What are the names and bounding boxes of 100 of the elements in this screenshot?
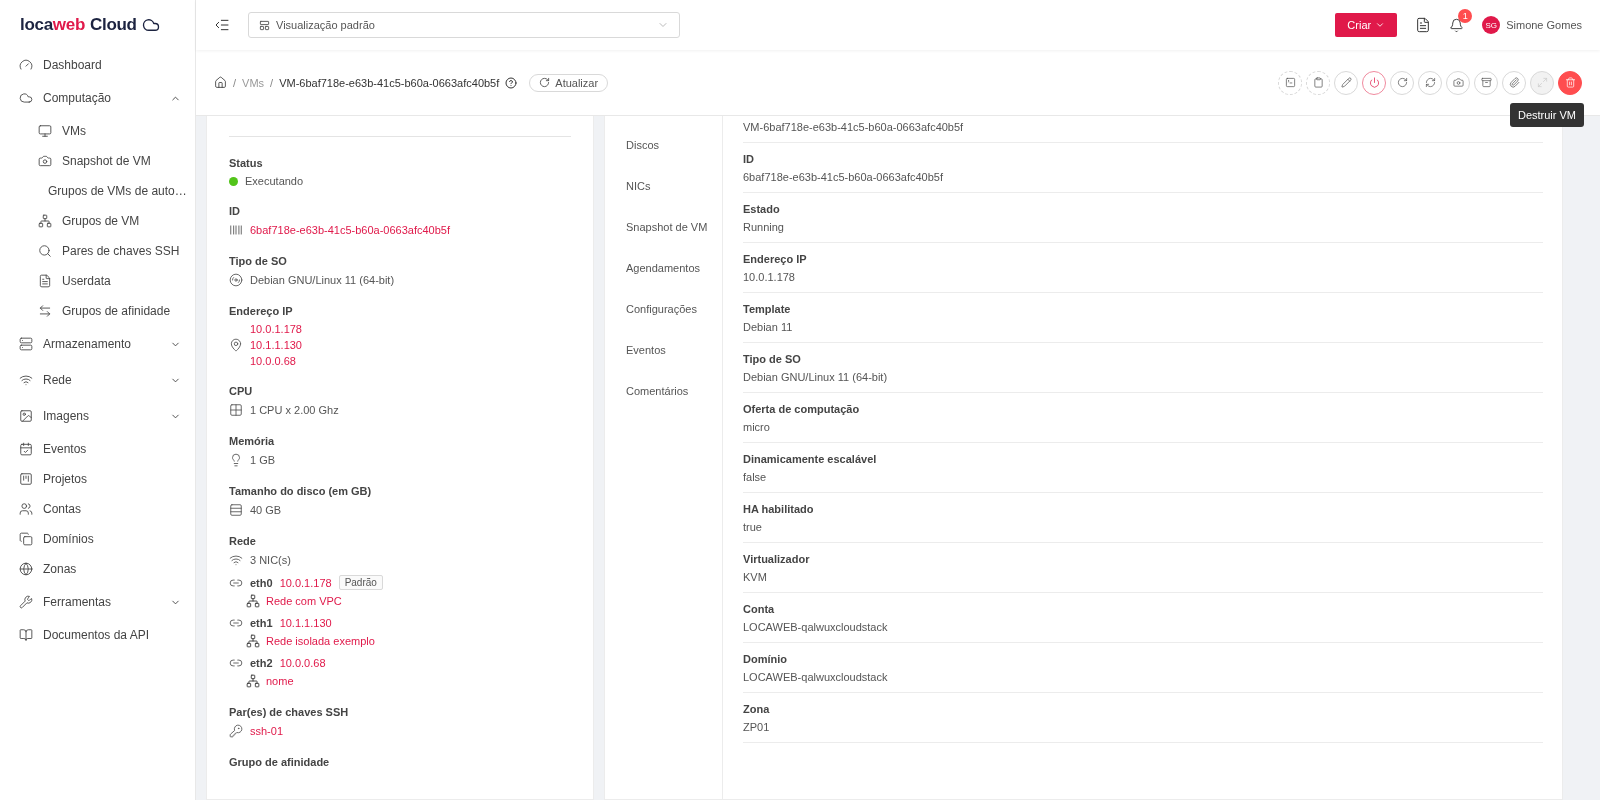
nav-item[interactable]: Computação [0,80,195,116]
calendar-icon [19,442,33,456]
gauge-icon [19,58,33,72]
network-icon [38,214,52,228]
tab[interactable]: Configurações [605,288,722,329]
tab[interactable]: Comentários [605,370,722,411]
clipboard-icon [1312,77,1324,88]
tab[interactable]: Snapshot de VM [605,206,722,247]
field-value: micro [743,421,771,433]
nav-subitem[interactable]: Userdata [0,266,195,296]
tab[interactable]: NICs [605,165,722,206]
nav-item[interactable]: Contas [0,494,195,524]
nav-subitem[interactable]: Grupos de VMs de auto… [0,176,195,206]
nav-item[interactable]: Armazenamento [0,326,195,362]
link-icon [229,656,243,670]
field-label: Tipo de SO [743,353,802,365]
paperclip-icon [1508,77,1520,88]
field-value: KVM [743,571,768,583]
nav-subitem[interactable]: Grupos de VM [0,206,195,236]
network-link[interactable]: nome [266,675,294,687]
field-value: Debian GNU/Linux 11 (64-bit) [743,371,889,383]
monitor-icon [38,124,52,138]
create-button[interactable]: Criar [1335,13,1398,37]
breadcrumb-current: VM-6baf718e-e63b-41c5-b60a-0663afc40b5f [279,76,500,89]
nav-item[interactable]: Ferramentas [0,584,195,620]
user-name[interactable]: Simone Gomes [1506,19,1582,31]
nic-name: eth0 [250,576,273,589]
field-label: Estado [743,203,781,215]
field-value: LOCAWEB-qalwuxcloudstack [743,621,889,633]
tab[interactable]: Eventos [605,329,722,370]
kanban-icon [19,472,33,486]
ssh-key-link[interactable]: ssh-01 [250,725,284,737]
nav-item[interactable]: Eventos [0,434,195,464]
wrench-icon [19,595,33,609]
nav-subitem[interactable]: Grupos de afinidade [0,296,195,326]
ip-link[interactable]: 10.1.1.130 [279,617,332,629]
detail-label: Rede [229,535,257,547]
nav-item[interactable]: Imagens [0,398,195,434]
field-label: Domínio [743,653,788,665]
tooltip: Destruir VM [1509,102,1584,127]
file-icon [38,274,52,288]
nav-item[interactable]: Rede [0,362,195,398]
ip-link[interactable]: 10.0.0.68 [250,355,302,367]
network-link[interactable]: Rede com VPC [266,595,342,607]
detail-label: Status [229,157,264,169]
nav-subitem[interactable]: VMs [0,116,195,146]
field-value: 10.0.1.178 [743,271,796,283]
user-avatar[interactable]: SG [1482,16,1501,34]
detail-label: CPU [229,385,254,397]
refresh-button[interactable]: Atualizar [529,73,609,92]
bell-icon[interactable] [1449,17,1465,33]
brand-logo: locaweb Cloud [0,0,195,50]
image-icon [19,409,33,423]
expand-icon [1536,77,1548,88]
detail-value: 1 CPU x 2.00 Ghz [250,404,339,416]
camera-icon [1452,77,1464,88]
nav-item[interactable]: Zonas [0,554,195,584]
ip-link[interactable]: 10.0.1.178 [250,323,302,335]
detail-value: 40 GB [250,504,282,516]
nav-subitem[interactable]: Snapshot de VM [0,146,195,176]
detail-label: Endereço IP [229,305,294,317]
collapse-menu-icon[interactable] [214,17,230,33]
action-button[interactable] [1558,70,1582,95]
nav-subitem[interactable]: Pares de chaves SSH [0,236,195,266]
users-icon [19,502,33,516]
network-icon [246,634,260,648]
field-label: Template [743,303,792,315]
field-label: HA habilitado [743,503,815,515]
nav-item[interactable]: Dashboard [0,50,195,80]
breadcrumb-separator: / [270,76,274,89]
ip-link[interactable]: 10.1.1.130 [250,339,302,351]
rotate-icon [1396,77,1408,88]
rows-icon [229,503,243,517]
nav-item[interactable]: Documentos da API [0,620,195,650]
ip-link[interactable]: 10.0.1.178 [279,576,332,589]
field-value: VM-6baf718e-e63b-41c5-b60a-0663afc40b5f [743,121,965,133]
network-link[interactable]: Rede isolada exemplo [266,635,375,647]
detail-value: 1 GB [250,454,276,466]
field-label: Endereço IP [743,253,808,265]
chevron-down-icon [1375,20,1386,30]
nav-item[interactable]: Domínios [0,524,195,554]
field-value: ZP01 [743,721,771,733]
barcode-icon [229,223,243,237]
default-tag: Padrão [338,575,383,590]
tab[interactable]: Agendamentos [605,247,722,288]
trash-icon [1564,77,1576,88]
detail-label: Memória [229,435,276,447]
map-pin-icon [229,338,243,352]
terminal-icon [1284,77,1296,88]
field-label: Dinamicamente escalável [743,453,878,465]
action-button[interactable] [1362,70,1386,95]
document-icon[interactable] [1415,17,1432,33]
field-label: Conta [743,603,776,615]
view-select[interactable]: Visualização padrão [248,12,680,38]
id-link[interactable]: 6baf718e-e63b-41c5-b60a-0663afc40b5f [250,224,450,236]
nav-item[interactable]: Projetos [0,464,195,494]
ip-link[interactable]: 10.0.0.68 [279,657,326,669]
tab[interactable]: Discos [605,124,722,165]
field-value: true [743,521,763,533]
home-icon[interactable] [214,76,227,89]
